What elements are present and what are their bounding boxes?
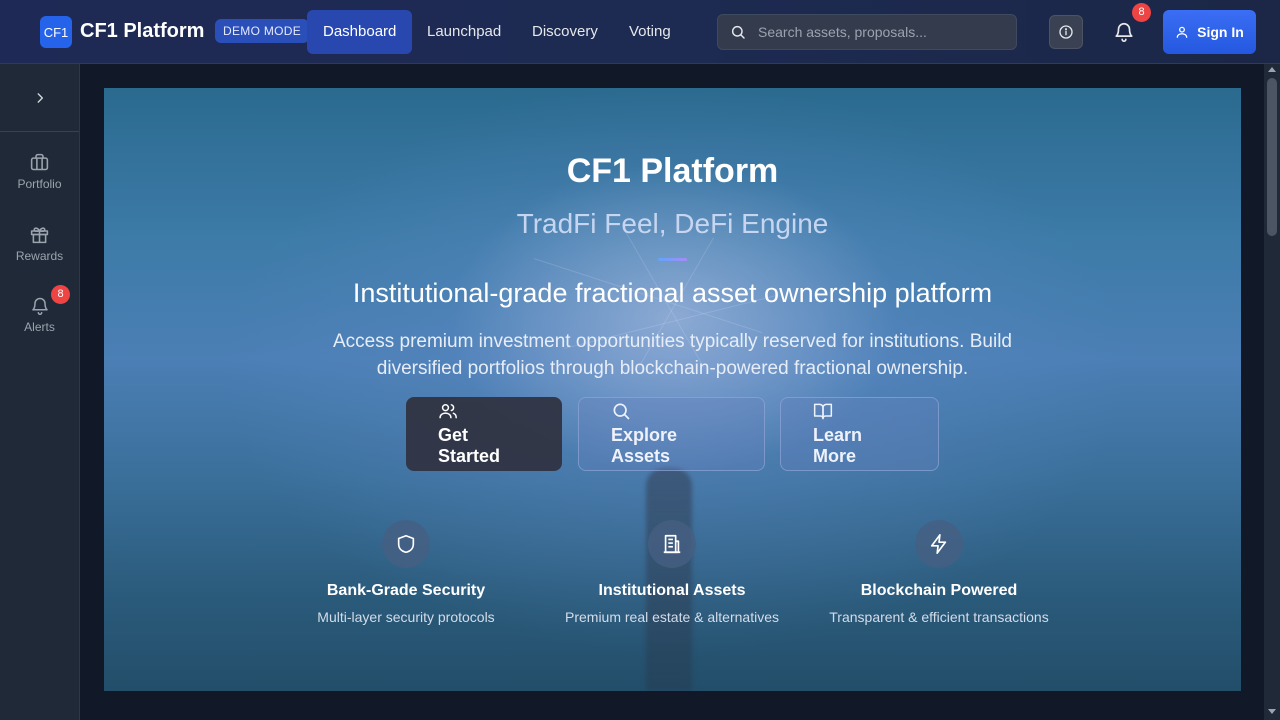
bell-icon [31, 297, 48, 316]
feature-description: Multi-layer security protocols [317, 609, 495, 625]
hero-subtitle: TradFi Feel, DeFi Engine [516, 208, 829, 239]
nav-voting[interactable]: Voting [613, 10, 687, 54]
page-scrollbar[interactable] [1264, 64, 1280, 720]
lightning-icon [930, 534, 947, 554]
search-input[interactable] [758, 24, 998, 40]
briefcase-icon [30, 153, 49, 171]
sidebar-item-portfolio[interactable]: Portfolio [0, 152, 79, 212]
info-icon [1059, 25, 1073, 39]
main-content: CF1 Platform TradFi Feel, DeFi Engine In… [80, 64, 1264, 720]
feature-icon-circle [382, 520, 430, 568]
explore-assets-button[interactable]: Explore Assets [578, 397, 765, 471]
brand-name[interactable]: CF1 Platform [80, 20, 204, 43]
logo-text: CF1 [43, 24, 69, 40]
shield-icon [397, 534, 415, 554]
notification-count-badge: 8 [1132, 3, 1151, 22]
building-icon [663, 534, 681, 554]
sign-in-label: Sign In [1197, 24, 1244, 40]
user-icon [1176, 26, 1188, 38]
users-icon [439, 404, 457, 419]
sidebar-item-rewards[interactable]: Rewards [0, 224, 79, 284]
feature-icon-circle [648, 520, 696, 568]
scroll-thumb[interactable] [1267, 78, 1277, 236]
sign-in-button[interactable]: Sign In [1163, 10, 1256, 54]
feature-description: Premium real estate & alternatives [565, 609, 779, 625]
top-navbar: CF1 CF1 Platform DEMO MODE Dashboard Lau… [0, 0, 1280, 64]
hero-title: CF1 Platform [566, 152, 779, 190]
nav-dashboard[interactable]: Dashboard [307, 10, 413, 54]
sidebar: Portfolio Rewards Alerts 8 [0, 64, 80, 720]
feature-title: Blockchain Powered [860, 582, 1018, 599]
gift-icon [30, 227, 49, 244]
feature-bank-grade-security: Bank-Grade Security Multi-layer security… [276, 520, 536, 625]
feature-title: Institutional Assets [598, 582, 746, 599]
feature-description: Transparent & efficient transactions [829, 609, 1049, 625]
alerts-count-badge: 8 [51, 285, 70, 304]
sidebar-item-label: Rewards [15, 249, 64, 263]
book-open-icon [813, 403, 833, 420]
sidebar-expand-button[interactable] [0, 64, 79, 132]
sidebar-item-alerts[interactable]: Alerts [0, 296, 79, 356]
learn-more-label: Learn More [813, 425, 863, 466]
search-icon [613, 403, 630, 420]
scroll-up-arrow[interactable] [1268, 67, 1276, 72]
chevron-right-icon [37, 92, 43, 103]
search-bar[interactable] [717, 14, 1017, 50]
demo-mode-badge: DEMO MODE [215, 19, 310, 43]
hero-description: Access premium investment opportunities … [332, 331, 1012, 379]
learn-more-button[interactable]: Learn More [780, 397, 939, 471]
get-started-button[interactable]: Get Started [406, 397, 562, 471]
logo[interactable]: CF1 [40, 16, 72, 48]
sidebar-item-label: Alerts [24, 320, 55, 334]
info-button[interactable] [1049, 15, 1083, 49]
feature-icon-circle [915, 520, 963, 568]
nav-launchpad[interactable]: Launchpad [411, 10, 517, 54]
feature-institutional-assets: Institutional Assets Premium real estate… [542, 520, 802, 625]
search-icon [731, 25, 745, 39]
explore-assets-label: Explore Assets [611, 425, 678, 466]
hero-tagline: Institutional-grade fractional asset own… [352, 278, 993, 308]
hero-divider [658, 258, 687, 261]
feature-title: Bank-Grade Security [326, 582, 486, 599]
bell-icon [1115, 23, 1133, 42]
nav-discovery[interactable]: Discovery [516, 10, 614, 54]
scroll-down-arrow[interactable] [1268, 709, 1276, 714]
sidebar-item-label: Portfolio [17, 177, 62, 191]
hero-banner: CF1 Platform TradFi Feel, DeFi Engine In… [104, 88, 1241, 691]
feature-blockchain-powered: Blockchain Powered Transparent & efficie… [809, 520, 1069, 625]
get-started-label: Get Started [438, 425, 501, 466]
